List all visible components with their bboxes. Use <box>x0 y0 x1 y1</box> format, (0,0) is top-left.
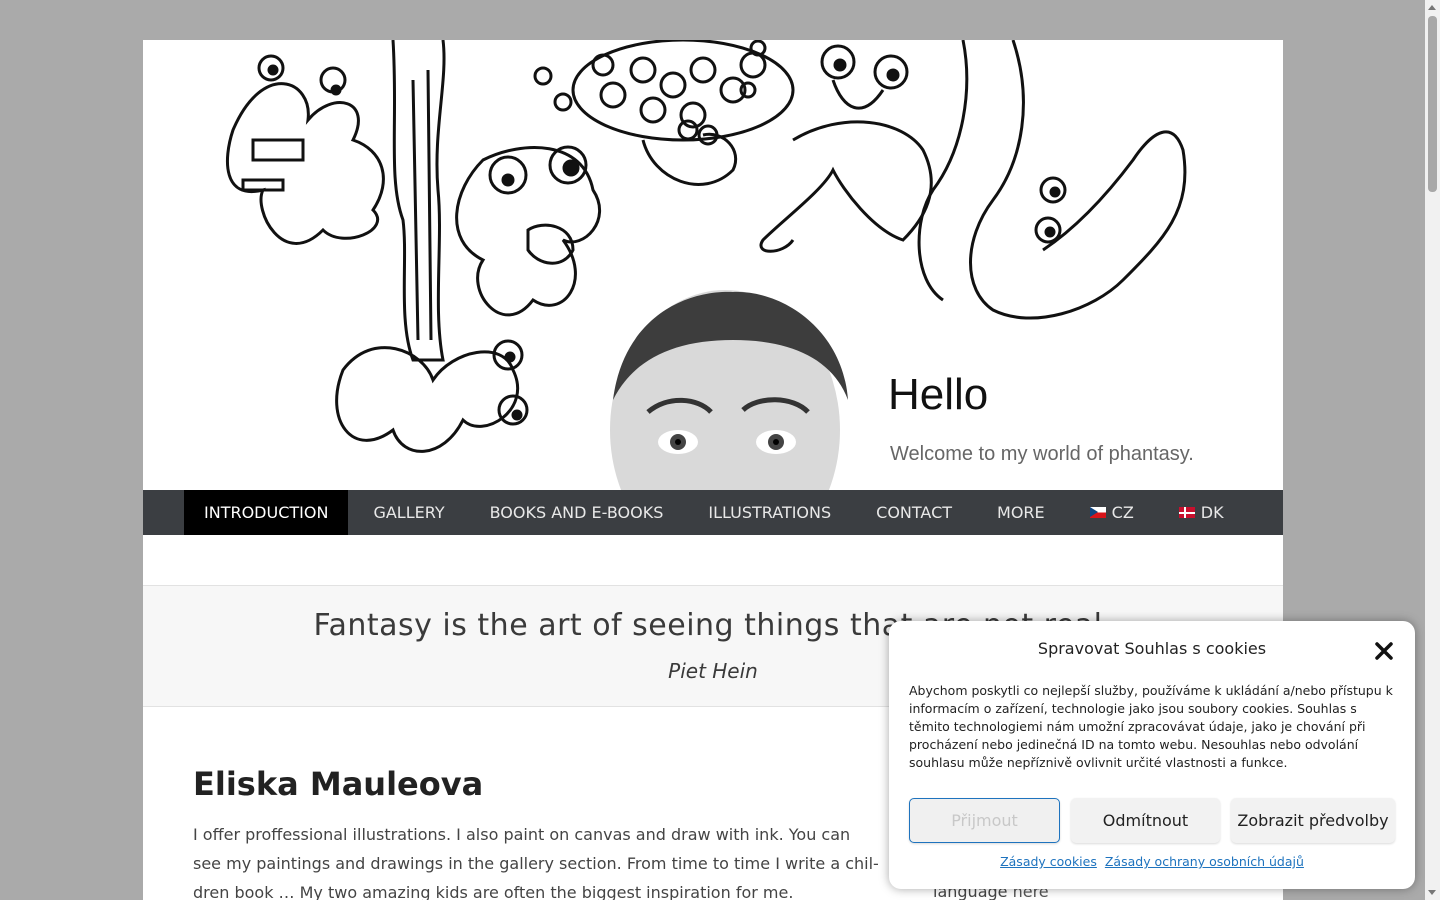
danish-flag-icon <box>1178 507 1195 518</box>
nav-item-introduction[interactable]: INTRODUCTION <box>184 490 349 535</box>
content-title: Eliska Mauleova <box>193 765 484 803</box>
nav-item-language-dk[interactable]: DK <box>1159 490 1244 535</box>
nav-item-label: MORE <box>997 503 1045 522</box>
cookie-consent-dialog: Spravovat Souhlas s cookies Abychom posk… <box>889 621 1415 889</box>
main-navigation: INTRODUCTION GALLERY BOOKS AND E-BOOKS I… <box>143 490 1283 535</box>
close-icon[interactable] <box>1373 640 1395 662</box>
nav-item-language-cz[interactable]: CZ <box>1070 490 1154 535</box>
scrollbar-thumb[interactable] <box>1428 16 1437 192</box>
cookie-dialog-title: Spravovat Souhlas s cookies <box>1037 639 1267 658</box>
banner-hello-text: Hello <box>888 370 989 419</box>
cookie-dialog-text: Abychom poskytli co nejlepší služby, pou… <box>909 683 1393 770</box>
cookie-links: Zásady cookies Zásady ochrany osobních ú… <box>889 854 1415 869</box>
preferences-button[interactable]: Zobrazit předvolby <box>1231 798 1395 843</box>
nav-item-label: ILLUSTRATIONS <box>708 503 832 522</box>
czech-flag-icon <box>1089 507 1106 518</box>
content-body: I offer proffessional illustrations. I a… <box>193 825 879 900</box>
nav-item-label: DK <box>1200 503 1224 522</box>
nav-item-more[interactable]: MORE <box>977 490 1065 535</box>
scroll-down-arrow-icon[interactable] <box>1428 890 1436 895</box>
nav-item-label: GALLERY <box>373 503 445 522</box>
vertical-scrollbar[interactable] <box>1425 0 1440 900</box>
nav-item-books[interactable]: BOOKS AND E-BOOKS <box>470 490 684 535</box>
nav-item-label: INTRODUCTION <box>204 503 329 522</box>
scroll-up-arrow-icon[interactable] <box>1428 5 1436 10</box>
nav-item-label: CONTACT <box>876 503 953 522</box>
nav-item-label: BOOKS AND E-BOOKS <box>489 503 664 522</box>
privacy-policy-link[interactable]: Zásady ochrany osobních údajů <box>1105 854 1304 869</box>
banner-welcome-text: Welcome to my world of phantasy. <box>890 443 1194 465</box>
accept-button[interactable]: Přijmout <box>909 798 1060 843</box>
header-banner[interactable]: Hello Welcome to my world of phantasy. <box>143 40 1283 490</box>
nav-item-contact[interactable]: CONTACT <box>856 490 972 535</box>
deny-button[interactable]: Odmítnout <box>1071 798 1220 843</box>
nav-item-illustrations[interactable]: ILLUSTRATIONS <box>688 490 851 535</box>
cookie-policy-link[interactable]: Zásady cookies <box>1000 854 1097 869</box>
nav-item-gallery[interactable]: GALLERY <box>353 490 464 535</box>
nav-item-label: CZ <box>1111 503 1134 522</box>
fantasy-illustration <box>226 40 1187 490</box>
